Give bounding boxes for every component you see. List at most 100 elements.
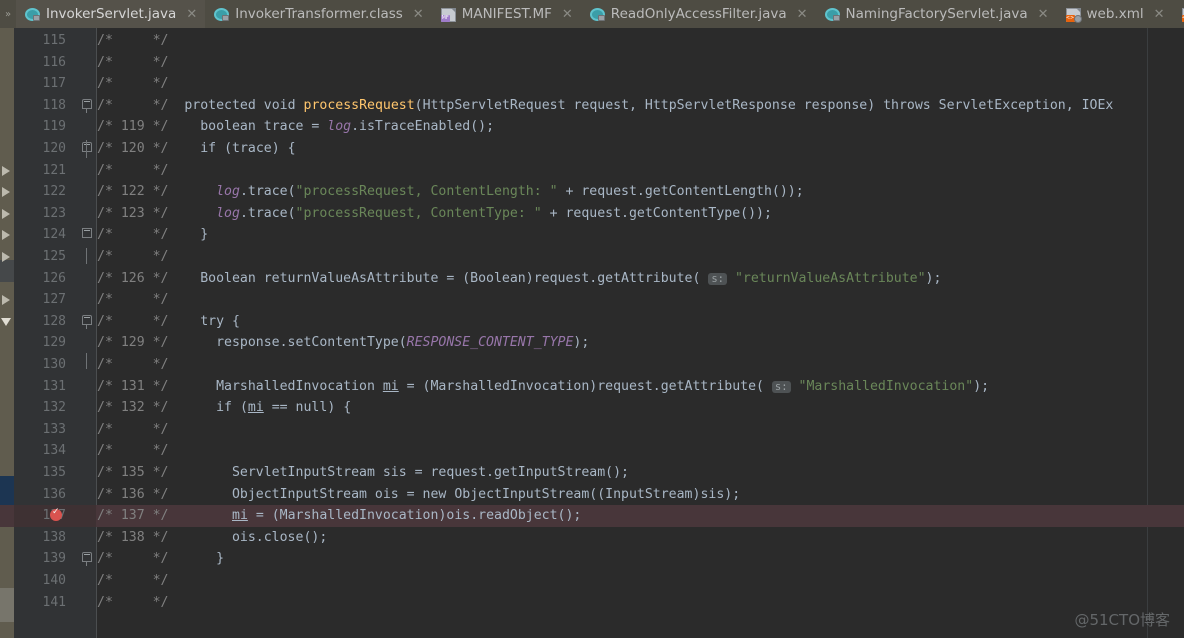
code-line-row[interactable]: 119 /* 119 */ boolean trace = log.isTrace… xyxy=(0,116,1184,138)
line-number: 122 xyxy=(42,184,66,200)
line-number: 134 xyxy=(42,443,66,459)
code-line-row[interactable]: 127 /* */ xyxy=(0,289,1184,311)
run-marker-icon[interactable] xyxy=(2,295,10,306)
editor-tab-invokerservlet-java[interactable]: InvokerServlet.java ✕ xyxy=(16,0,206,28)
code-line-text: /* */ xyxy=(97,573,169,588)
code-line-row[interactable]: 132 /* 132 */ if (mi == null) { xyxy=(0,397,1184,419)
code-line-row[interactable]: 122 /* 122 */ log.trace("processRequest, … xyxy=(0,181,1184,203)
code-line-row[interactable]: 140 /* */ xyxy=(0,570,1184,592)
run-marker-icon[interactable] xyxy=(2,230,10,241)
editor-tab-label: InvokerTransformer.class xyxy=(235,6,403,22)
java-class-icon xyxy=(589,8,605,21)
code-line-row[interactable]: 134 /* */ xyxy=(0,440,1184,462)
editor-tab-manifest-mf[interactable]: MF MANIFEST.MF ✕ xyxy=(431,0,581,28)
run-marker-icon[interactable] xyxy=(2,165,10,176)
line-number: 116 xyxy=(42,54,66,70)
code-line-text: /* */ } xyxy=(97,551,225,567)
fold-expand-icon[interactable] xyxy=(82,314,93,329)
code-line-row[interactable]: 121 /* */ xyxy=(0,160,1184,182)
file-type-badge: <> xyxy=(1065,14,1075,22)
line-number: 123 xyxy=(42,205,66,221)
editor-tab-invokertransformer-class[interactable]: InvokerTransformer.class ✕ xyxy=(205,0,432,28)
line-number: 129 xyxy=(42,335,66,351)
editor-tab-jboss-web-xml[interactable]: <>jboss-web.xml xyxy=(1172,0,1184,28)
code-line-row[interactable]: 116 /* */ xyxy=(0,52,1184,74)
tab-close-icon[interactable]: ✕ xyxy=(413,7,424,22)
line-number: 124 xyxy=(42,227,66,243)
code-line-row[interactable]: 137/* 137 */ mi = (MarshalledInvocation)… xyxy=(0,505,1184,527)
line-number: 131 xyxy=(42,378,66,394)
editor-tab-bar: » InvokerServlet.java ✕ InvokerTransformer… xyxy=(0,0,1184,28)
code-line-row[interactable]: 133 /* */ xyxy=(0,419,1184,441)
code-line-row[interactable]: 136 /* 136 */ ObjectInputStream ois = new… xyxy=(0,484,1184,506)
fold-region-line xyxy=(86,353,87,369)
line-number: 127 xyxy=(42,292,66,308)
line-number: 117 xyxy=(42,76,66,92)
fold-expand-icon[interactable] xyxy=(82,98,93,113)
run-marker-down-icon[interactable] xyxy=(1,317,11,326)
code-line-text: /* 120 */ if (trace) { xyxy=(97,141,296,156)
line-number: 121 xyxy=(42,162,66,178)
code-line-row[interactable]: 135 /* 135 */ ServletInputStream sis = re… xyxy=(0,462,1184,484)
code-line-text: /* */ xyxy=(97,421,169,437)
line-number: 132 xyxy=(42,400,66,416)
fold-collapse-icon[interactable] xyxy=(82,228,93,241)
fold-region-line xyxy=(86,248,87,264)
editor-tab-web-xml[interactable]: <> web.xml ✕ xyxy=(1056,0,1173,28)
code-line-row[interactable]: 123 /* 123 */ log.trace("processRequest, … xyxy=(0,203,1184,225)
code-line-text: /* */ xyxy=(97,33,169,48)
code-line-row[interactable]: 139 /* */ } xyxy=(0,548,1184,570)
tab-overflow-button[interactable]: » xyxy=(0,0,16,28)
code-line-text: /* */ xyxy=(97,76,169,92)
code-line-text: /* */ xyxy=(97,292,169,308)
code-line-row[interactable]: 126 /* 126 */ Boolean returnValueAsAttrib… xyxy=(0,268,1184,290)
fold-region-line xyxy=(86,140,87,158)
line-number: 126 xyxy=(42,270,66,286)
file-type-badge: MF xyxy=(440,14,450,22)
tab-close-icon[interactable]: ✕ xyxy=(1038,7,1049,22)
code-line-row[interactable]: 128 /* */ try { xyxy=(0,311,1184,333)
tab-close-icon[interactable]: ✕ xyxy=(797,7,808,22)
fold-expand-icon[interactable] xyxy=(82,142,93,156)
line-number: 133 xyxy=(42,421,66,437)
fold-expand-icon[interactable] xyxy=(82,552,93,567)
editor-tab-label: NamingFactoryServlet.java xyxy=(845,6,1028,22)
code-line-row[interactable]: 138 /* 138 */ ois.close(); xyxy=(0,527,1184,549)
code-line-row[interactable]: 141 /* */ xyxy=(0,592,1184,614)
line-number: 125 xyxy=(42,249,66,264)
line-number: 120 xyxy=(42,141,66,156)
tab-close-icon[interactable]: ✕ xyxy=(562,7,573,22)
code-line-text: /* */ } xyxy=(97,227,209,243)
line-number: 128 xyxy=(42,313,66,329)
code-editor[interactable]: 115 /* */ 116 /* */ 117 /* */ 118 /* */ protect… xyxy=(0,28,1184,638)
code-line-row[interactable]: 130 /* */ xyxy=(0,354,1184,376)
editor-tab-namingfactoryservlet-java[interactable]: NamingFactoryServlet.java ✕ xyxy=(815,0,1057,28)
editor-tab-label: MANIFEST.MF xyxy=(461,6,552,22)
code-line-text: /* */ xyxy=(97,594,169,610)
code-line-row[interactable]: 120 /* 120 */ if (trace) { xyxy=(0,138,1184,160)
line-number: 135 xyxy=(42,465,66,480)
tab-close-icon[interactable]: ✕ xyxy=(186,7,197,22)
code-line-row[interactable]: 118 /* */ protected void processRequest(H… xyxy=(0,95,1184,117)
code-line-row[interactable]: 115 /* */ xyxy=(0,30,1184,52)
run-marker-icon[interactable] xyxy=(2,208,10,219)
code-line-text: /* 135 */ ServletInputStream sis = reque… xyxy=(97,465,629,480)
editor-tab-readonlyaccessfilter-java[interactable]: ReadOnlyAccessFilter.java ✕ xyxy=(580,0,816,28)
code-line-row[interactable]: 131 /* 131 */ MarshalledInvocation mi = (… xyxy=(0,376,1184,398)
code-line-row[interactable]: 125 /* */ xyxy=(0,246,1184,268)
code-line-text: /* */ xyxy=(97,443,169,459)
code-line-row[interactable]: 117 /* */ xyxy=(0,73,1184,95)
code-line-text: /* 132 */ if (mi == null) { xyxy=(97,400,352,416)
line-number: 141 xyxy=(42,594,66,610)
run-marker-icon[interactable] xyxy=(2,187,10,198)
code-line-text: /* */ xyxy=(97,162,169,178)
code-line-text: /* */ try { xyxy=(97,313,240,329)
tab-close-icon[interactable]: ✕ xyxy=(1154,7,1165,22)
run-marker-icon[interactable] xyxy=(2,252,10,262)
watermark: @51CTO博客 xyxy=(1074,611,1170,629)
code-line-row[interactable]: 124 /* */ } xyxy=(0,224,1184,246)
line-number: 138 xyxy=(42,529,66,545)
java-class-icon xyxy=(214,8,230,21)
editor-tab-label: web.xml xyxy=(1086,6,1144,22)
code-line-row[interactable]: 129 /* 129 */ response.setContentType(RES… xyxy=(0,332,1184,354)
